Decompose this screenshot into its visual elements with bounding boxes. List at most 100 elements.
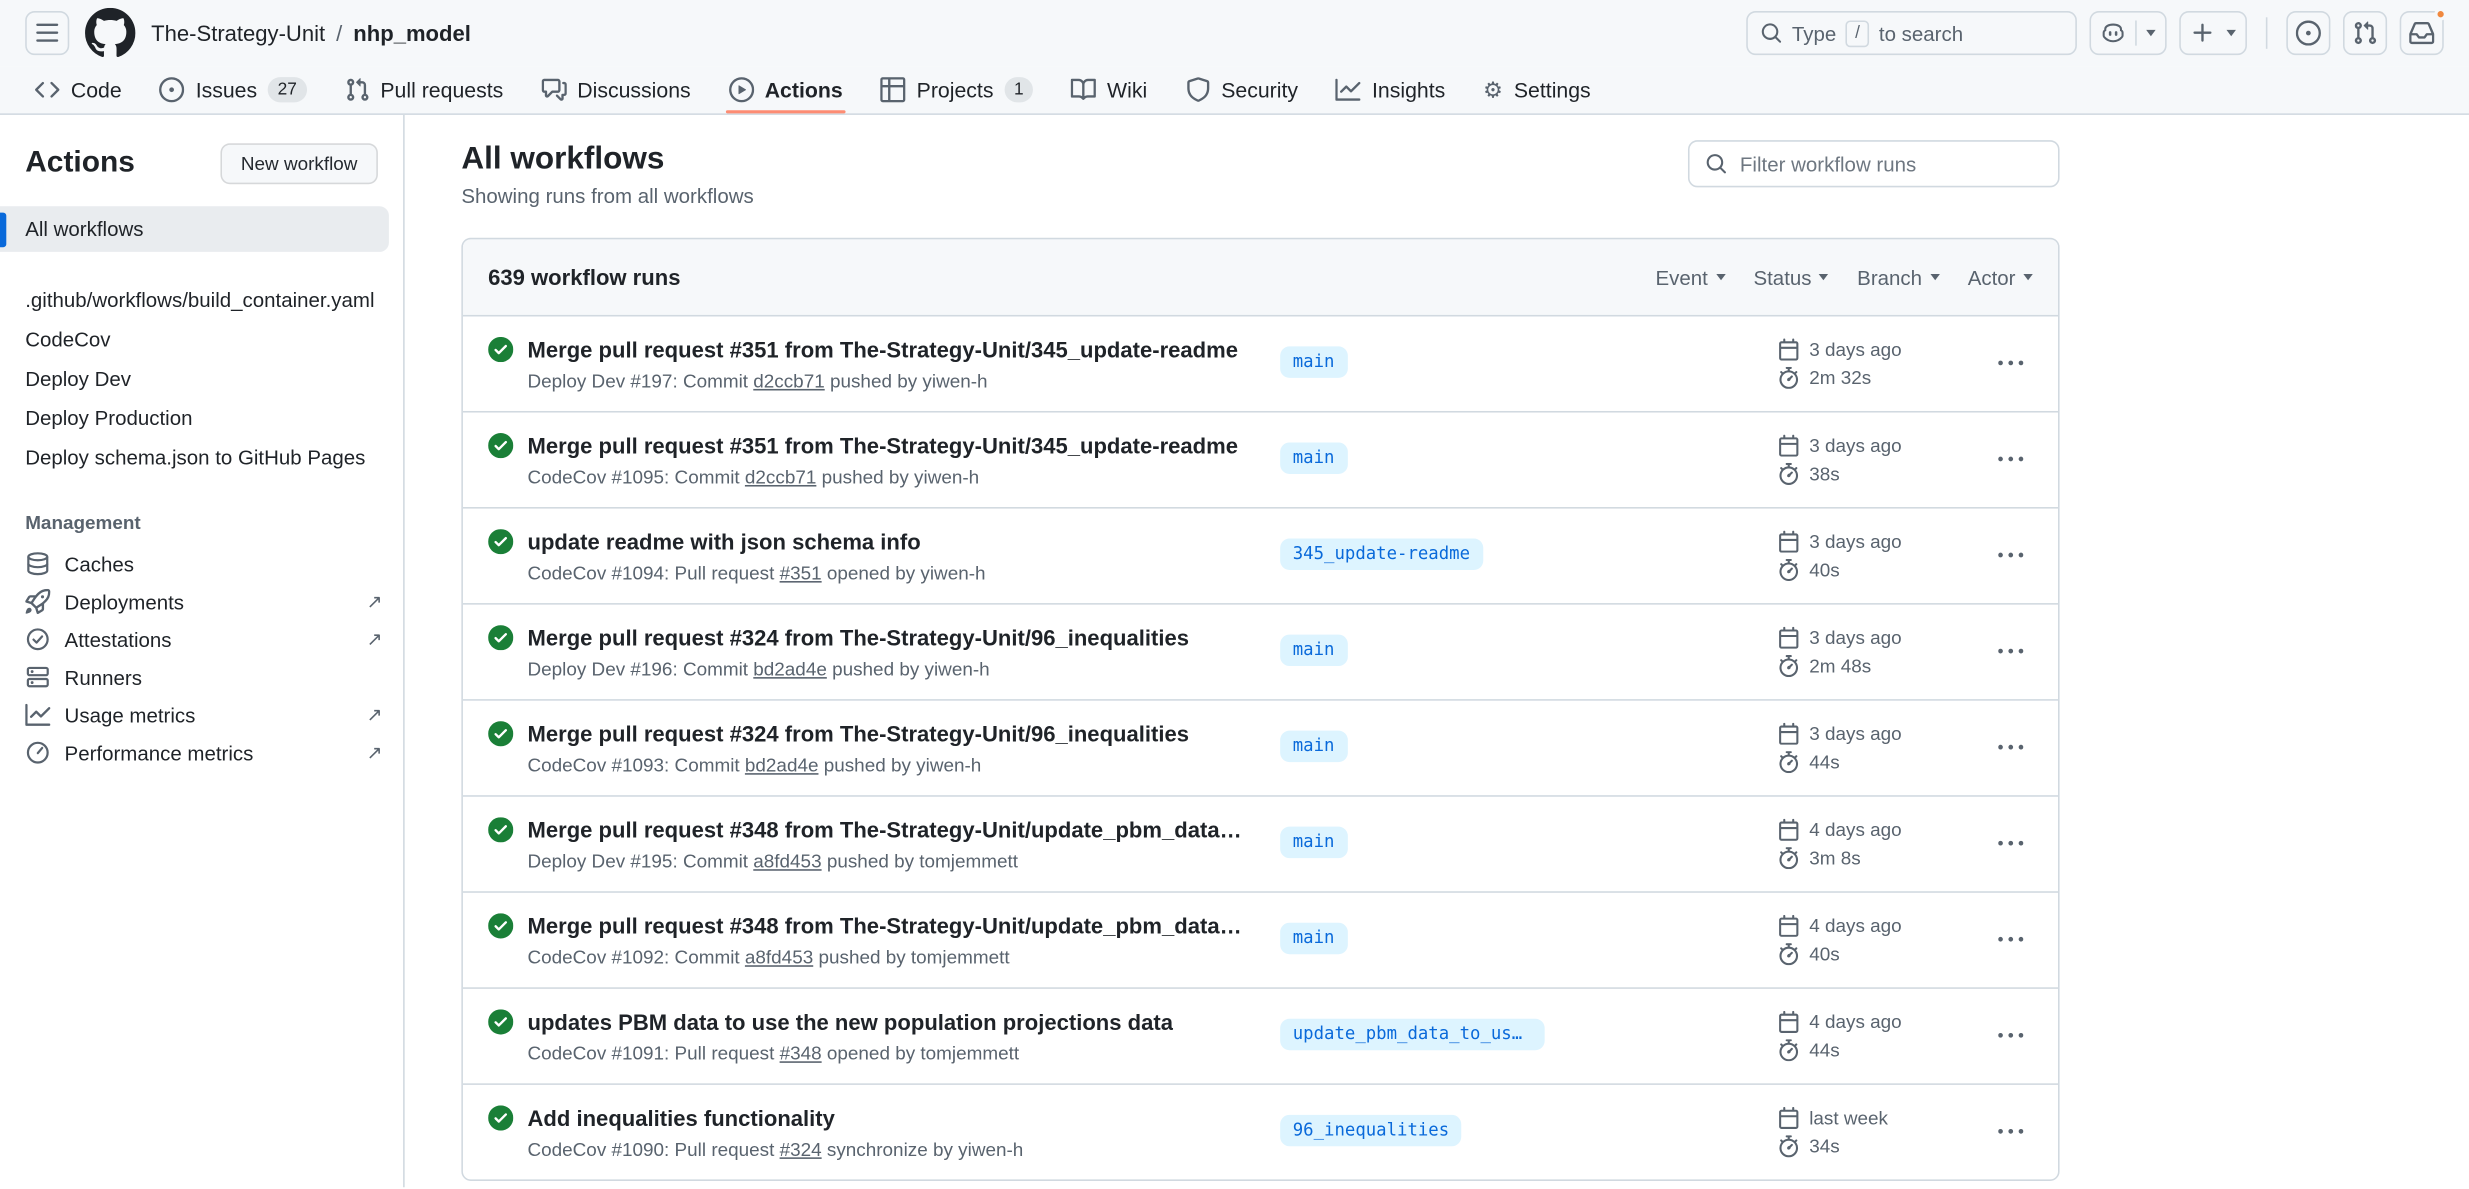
run-options-kebab[interactable] — [1989, 726, 2033, 770]
notifications-inbox-button[interactable] — [2400, 11, 2444, 55]
sidebar-workflow-item[interactable]: Deploy Production — [0, 398, 403, 437]
workflow-run-row: Add inequalities functionality CodeCov #… — [463, 1083, 2058, 1179]
workflow-runs-list: Merge pull request #351 from The-Strateg… — [463, 316, 2058, 1179]
github-logo[interactable] — [85, 8, 135, 58]
run-title-link[interactable]: Merge pull request #351 from The-Strateg… — [527, 334, 1238, 365]
sidebar-item-all-workflows[interactable]: All workflows — [0, 206, 389, 252]
hamburger-icon — [35, 20, 60, 45]
run-title-link[interactable]: update readme with json schema info — [527, 526, 985, 557]
tab-projects[interactable]: Projects 1 — [868, 66, 1046, 113]
tab-label: Security — [1221, 78, 1298, 102]
run-ref-link[interactable]: a8fd453 — [745, 946, 813, 968]
run-title-link[interactable]: Add inequalities functionality — [527, 1102, 1023, 1133]
breadcrumb-org-link[interactable]: The-Strategy-Unit — [151, 20, 325, 45]
success-check-icon — [488, 337, 513, 362]
run-ref-link[interactable]: bd2ad4e — [753, 658, 827, 680]
tab-wiki[interactable]: Wiki — [1058, 66, 1160, 113]
header-divider — [2266, 17, 2268, 48]
tab-discussions[interactable]: Discussions — [528, 66, 703, 113]
sidebar-workflow-item[interactable]: .github/workflows/build_container.yaml — [0, 280, 403, 319]
success-check-icon — [488, 529, 513, 554]
tab-pull-requests[interactable]: Pull requests — [332, 66, 516, 113]
event-filter-button[interactable]: Event — [1655, 265, 1725, 289]
run-title-link[interactable]: Merge pull request #348 from The-Strateg… — [527, 910, 1248, 941]
branch-badge[interactable]: main — [1280, 730, 1347, 761]
code-icon — [35, 77, 60, 102]
tab-actions[interactable]: Actions — [716, 66, 855, 113]
run-age: 4 days ago — [1809, 915, 1901, 937]
branch-badge[interactable]: main — [1280, 922, 1347, 953]
run-ref-link[interactable]: a8fd453 — [753, 850, 821, 872]
kebab-icon — [1998, 639, 2023, 664]
tab-insights[interactable]: Insights — [1323, 66, 1458, 113]
tab-label: Discussions — [577, 78, 690, 102]
success-check-icon — [488, 817, 513, 842]
actor-filter-button[interactable]: Actor — [1968, 265, 2033, 289]
run-ref-link[interactable]: d2ccb71 — [745, 466, 816, 488]
sidebar-item-attestations[interactable]: Attestations ↗ — [0, 620, 403, 658]
create-new-button[interactable] — [2179, 11, 2247, 55]
branch-badge[interactable]: main — [1280, 442, 1347, 473]
sidebar-item-label: Attestations — [65, 627, 172, 651]
breadcrumb-repo-link[interactable]: nhp_model — [353, 20, 471, 45]
branch-badge[interactable]: main — [1280, 826, 1347, 857]
run-subtitle: CodeCov #1092: Commit a8fd453 pushed by … — [527, 945, 1248, 970]
sidebar-item-usage-metrics[interactable]: Usage metrics ↗ — [0, 696, 403, 734]
run-options-kebab[interactable] — [1989, 342, 2033, 386]
run-options-kebab[interactable] — [1989, 918, 2033, 962]
run-ref-link[interactable]: #348 — [780, 1042, 822, 1064]
branch-badge[interactable]: main — [1280, 346, 1347, 377]
branch-badge[interactable]: 96_inequalities — [1280, 1114, 1462, 1145]
run-ref-link[interactable]: d2ccb71 — [753, 370, 824, 392]
tab-security[interactable]: Security — [1172, 66, 1310, 113]
run-ref-link[interactable]: #324 — [780, 1138, 822, 1160]
run-options-kebab[interactable] — [1989, 1014, 2033, 1058]
tab-code[interactable]: Code — [22, 66, 134, 113]
run-duration: 34s — [1809, 1135, 1839, 1157]
search-icon — [1760, 22, 1782, 44]
hamburger-menu-button[interactable] — [25, 11, 69, 55]
sidebar-workflow-item[interactable]: Deploy Dev — [0, 359, 403, 398]
run-options-kebab[interactable] — [1989, 1110, 2033, 1154]
issues-header-button[interactable] — [2286, 11, 2330, 55]
branch-badge[interactable]: 345_update-readme — [1280, 538, 1482, 569]
run-title-link[interactable]: Merge pull request #348 from The-Strateg… — [527, 814, 1248, 845]
run-title-link[interactable]: updates PBM data to use the new populati… — [527, 1006, 1172, 1037]
run-title-link[interactable]: Merge pull request #324 from The-Strateg… — [527, 718, 1189, 749]
run-options-kebab[interactable] — [1989, 534, 2033, 578]
calendar-icon — [1778, 531, 1800, 553]
run-age: 3 days ago — [1809, 531, 1901, 553]
sidebar-item-runners[interactable]: Runners — [0, 658, 403, 696]
run-ref-link[interactable]: #351 — [780, 562, 822, 584]
run-title-link[interactable]: Merge pull request #351 from The-Strateg… — [527, 430, 1238, 461]
run-options-kebab[interactable] — [1989, 822, 2033, 866]
pull-requests-header-button[interactable] — [2343, 11, 2387, 55]
run-options-kebab[interactable] — [1989, 438, 2033, 482]
kebab-icon — [1998, 447, 2023, 472]
branch-filter-button[interactable]: Branch — [1857, 265, 1939, 289]
kebab-icon — [1998, 927, 2023, 952]
copilot-button[interactable] — [2089, 11, 2166, 55]
all-workflows-label: All workflows — [25, 217, 143, 241]
breadcrumb: The-Strategy-Unit / nhp_model — [151, 20, 471, 45]
new-workflow-button[interactable]: New workflow — [220, 143, 377, 184]
external-link-icon: ↗ — [367, 705, 383, 724]
branch-badge[interactable]: main — [1280, 634, 1347, 665]
verified-icon — [25, 627, 50, 652]
run-ref-link[interactable]: bd2ad4e — [745, 754, 819, 776]
tab-settings[interactable]: ⚙ Settings — [1470, 66, 1603, 113]
sidebar-workflow-item[interactable]: CodeCov — [0, 320, 403, 359]
success-check-icon — [488, 721, 513, 746]
filter-workflow-runs-input[interactable] — [1740, 152, 2042, 176]
sidebar-item-performance-metrics[interactable]: Performance metrics ↗ — [0, 734, 403, 772]
sidebar-item-caches[interactable]: Caches — [0, 545, 403, 583]
branch-badge[interactable]: update_pbm_data_to_use_new_… — [1280, 1018, 1545, 1049]
run-options-kebab[interactable] — [1989, 630, 2033, 674]
global-search-input[interactable]: Type / to search — [1746, 11, 2077, 55]
sidebar-item-deployments[interactable]: Deployments ↗ — [0, 583, 403, 621]
sidebar-workflow-item[interactable]: Deploy schema.json to GitHub Pages — [0, 438, 403, 477]
tab-label: Wiki — [1107, 78, 1147, 102]
run-title-link[interactable]: Merge pull request #324 from The-Strateg… — [527, 622, 1189, 653]
status-filter-button[interactable]: Status — [1753, 265, 1828, 289]
tab-issues[interactable]: Issues 27 — [147, 66, 319, 113]
